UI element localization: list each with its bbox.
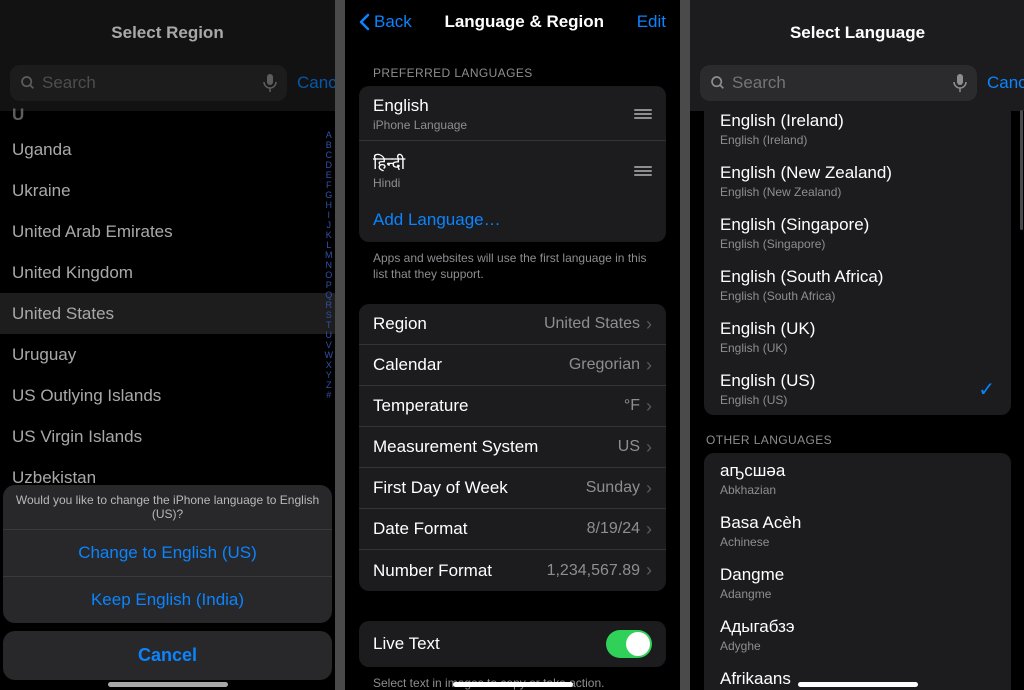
setting-row[interactable]: First Day of WeekSunday › <box>359 468 666 509</box>
chevron-right-icon: › <box>646 437 652 458</box>
language-row[interactable]: English (Singapore)English (Singapore) <box>704 207 1011 259</box>
action-sheet: Would you like to change the iPhone lang… <box>3 485 332 680</box>
chevron-right-icon: › <box>646 396 652 417</box>
setting-row[interactable]: Temperature°F › <box>359 386 666 427</box>
search-field[interactable] <box>700 65 977 101</box>
cancel-button[interactable]: Cancel <box>3 631 332 680</box>
setting-row[interactable]: Number Format1,234,567.89 › <box>359 550 666 591</box>
language-screen: Select Language Cancel English (Ireland)… <box>690 0 1024 690</box>
language-row[interactable]: АдыгабзэAdyghe <box>704 609 1011 661</box>
preferred-languages-card: EnglishiPhone Languageहिन्दीHindi Add La… <box>359 86 666 242</box>
home-indicator[interactable] <box>798 682 918 687</box>
chevron-right-icon: › <box>646 560 652 581</box>
back-button[interactable]: Back <box>359 12 412 32</box>
chevron-right-icon: › <box>646 355 652 376</box>
chevron-left-icon <box>359 13 370 31</box>
page-title: Select Language <box>690 0 1024 65</box>
search-cancel[interactable]: Cancel <box>987 73 1024 93</box>
home-indicator[interactable] <box>453 682 573 687</box>
language-row[interactable]: аҧсшәаAbkhazian <box>704 453 1011 505</box>
other-languages-label: OTHER LANGUAGES <box>690 415 1024 453</box>
preferred-languages-label: PREFERRED LANGUAGES <box>345 44 680 86</box>
preferred-note: Apps and websites will use the first lan… <box>345 242 680 282</box>
language-row[interactable]: English (US)English (US)✓ <box>704 363 1011 415</box>
language-row[interactable]: Basa AcèhAchinese <box>704 505 1011 557</box>
preferred-language-row[interactable]: EnglishiPhone Language <box>359 86 666 141</box>
language-list[interactable]: English (Ireland)English (Ireland)Englis… <box>690 103 1024 690</box>
region-screen: Select Region Cancel U UgandaUkraineUnit… <box>0 0 335 690</box>
language-row[interactable]: English (UK)English (UK) <box>704 311 1011 363</box>
add-language-button[interactable]: Add Language… <box>359 198 666 242</box>
language-row[interactable]: English (Ireland)English (Ireland) <box>704 103 1011 155</box>
language-row[interactable]: DangmeAdangme <box>704 557 1011 609</box>
nav-title: Language & Region <box>444 12 604 32</box>
live-text-card: Live Text <box>359 621 666 667</box>
live-text-toggle[interactable] <box>606 630 652 658</box>
chevron-right-icon: › <box>646 519 652 540</box>
prompt-message: Would you like to change the iPhone lang… <box>3 485 332 530</box>
nav-bar: Back Language & Region Edit <box>345 0 680 44</box>
setting-row[interactable]: RegionUnited States › <box>359 304 666 345</box>
search-input[interactable] <box>732 73 953 93</box>
setting-row[interactable]: Date Format8/19/24 › <box>359 509 666 550</box>
live-text-label: Live Text <box>373 634 440 654</box>
preferred-language-row[interactable]: हिन्दीHindi <box>359 141 666 198</box>
chevron-right-icon: › <box>646 314 652 335</box>
check-icon: ✓ <box>978 377 995 402</box>
language-row[interactable]: English (South Africa)English (South Afr… <box>704 259 1011 311</box>
setting-row[interactable]: Measurement SystemUS › <box>359 427 666 468</box>
change-language-option[interactable]: Change to English (US) <box>3 530 332 577</box>
edit-button[interactable]: Edit <box>637 12 666 32</box>
search-icon <box>710 75 726 91</box>
setting-row[interactable]: CalendarGregorian › <box>359 345 666 386</box>
reorder-icon[interactable] <box>634 166 652 176</box>
mic-icon[interactable] <box>953 74 967 92</box>
chevron-right-icon: › <box>646 478 652 499</box>
scroll-indicator[interactable] <box>1020 110 1023 230</box>
region-settings-card: RegionUnited States ›CalendarGregorian ›… <box>359 304 666 591</box>
keep-language-option[interactable]: Keep English (India) <box>3 577 332 623</box>
language-row[interactable]: English (New Zealand)English (New Zealan… <box>704 155 1011 207</box>
reorder-icon[interactable] <box>634 109 652 119</box>
language-region-screen: Back Language & Region Edit PREFERRED LA… <box>345 0 680 690</box>
